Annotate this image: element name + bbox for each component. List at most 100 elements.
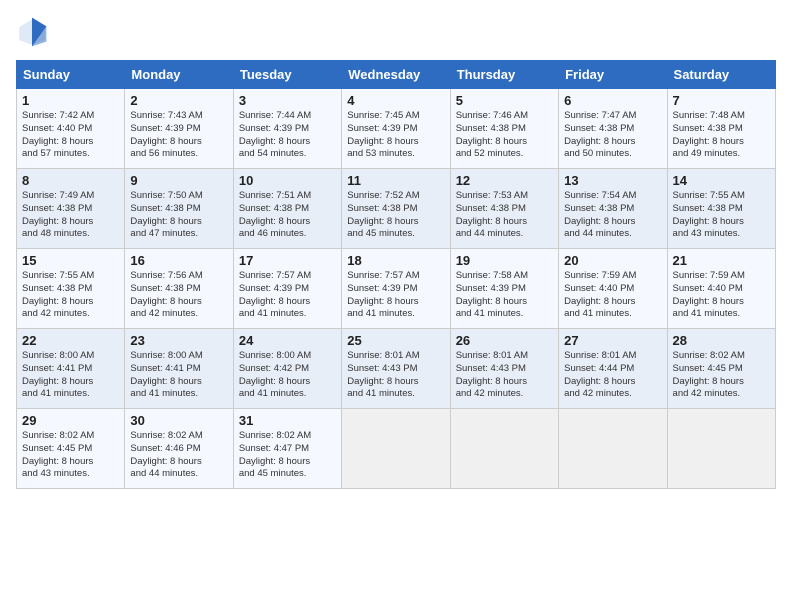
day-number: 13 [564, 173, 661, 188]
day-number: 9 [130, 173, 227, 188]
day-cell: 13 Sunrise: 7:54 AMSunset: 4:38 PMDayligh… [559, 169, 667, 249]
header-row: SundayMondayTuesdayWednesdayThursdayFrid… [17, 61, 776, 89]
day-number: 29 [22, 413, 119, 428]
day-cell: 1 Sunrise: 7:42 AMSunset: 4:40 PMDaylight… [17, 89, 125, 169]
day-cell [342, 409, 450, 489]
day-info: Sunrise: 8:02 AMSunset: 4:45 PMDaylight:… [673, 350, 770, 401]
day-cell: 17 Sunrise: 7:57 AMSunset: 4:39 PMDayligh… [233, 249, 341, 329]
day-cell: 22 Sunrise: 8:00 AMSunset: 4:41 PMDayligh… [17, 329, 125, 409]
day-number: 15 [22, 253, 119, 268]
day-info: Sunrise: 7:42 AMSunset: 4:40 PMDaylight:… [22, 110, 119, 161]
header-cell-friday: Friday [559, 61, 667, 89]
header-cell-sunday: Sunday [17, 61, 125, 89]
day-number: 25 [347, 333, 444, 348]
day-cell: 2Sunrise: 7:43 AMSunset: 4:39 PMDaylight… [125, 89, 233, 169]
day-number: 21 [673, 253, 770, 268]
day-cell: 12Sunrise: 7:53 AMSunset: 4:38 PMDayligh… [450, 169, 558, 249]
day-number: 16 [130, 253, 227, 268]
calendar-table: SundayMondayTuesdayWednesdayThursdayFrid… [16, 60, 776, 489]
day-cell: 19Sunrise: 7:58 AMSunset: 4:39 PMDayligh… [450, 249, 558, 329]
day-info: Sunrise: 8:02 AMSunset: 4:47 PMDaylight:… [239, 430, 336, 481]
day-cell: 7 Sunrise: 7:48 AMSunset: 4:38 PMDaylight… [667, 89, 775, 169]
header-cell-thursday: Thursday [450, 61, 558, 89]
day-cell: 26 Sunrise: 8:01 AMSunset: 4:43 PMDayligh… [450, 329, 558, 409]
day-cell: 28 Sunrise: 8:02 AMSunset: 4:45 PMDayligh… [667, 329, 775, 409]
day-number: 6 [564, 93, 661, 108]
day-info: Sunrise: 7:58 AMSunset: 4:39 PMDaylight:… [456, 270, 553, 321]
day-number: 24 [239, 333, 336, 348]
day-number: 27 [564, 333, 661, 348]
day-number: 4 [347, 93, 444, 108]
day-cell: 4 Sunrise: 7:45 AMSunset: 4:39 PMDaylight… [342, 89, 450, 169]
day-cell: 27 Sunrise: 8:01 AMSunset: 4:44 PMDayligh… [559, 329, 667, 409]
day-info: Sunrise: 8:01 AMSunset: 4:43 PMDaylight:… [347, 350, 444, 401]
week-row-2: 8Sunrise: 7:49 AMSunset: 4:38 PMDaylight… [17, 169, 776, 249]
day-info: Sunrise: 8:01 AMSunset: 4:44 PMDaylight:… [564, 350, 661, 401]
day-info: Sunrise: 7:47 AMSunset: 4:38 PMDaylight:… [564, 110, 661, 161]
day-info: Sunrise: 7:51 AMSunset: 4:38 PMDaylight:… [239, 190, 336, 241]
day-info: Sunrise: 8:01 AMSunset: 4:43 PMDaylight:… [456, 350, 553, 401]
day-info: Sunrise: 7:59 AMSunset: 4:40 PMDaylight:… [673, 270, 770, 321]
day-number: 17 [239, 253, 336, 268]
day-info: Sunrise: 7:49 AMSunset: 4:38 PMDaylight:… [22, 190, 119, 241]
week-row-3: 15Sunrise: 7:55 AMSunset: 4:38 PMDayligh… [17, 249, 776, 329]
day-cell: 25 Sunrise: 8:01 AMSunset: 4:43 PMDayligh… [342, 329, 450, 409]
day-cell: 24 Sunrise: 8:00 AMSunset: 4:42 PMDayligh… [233, 329, 341, 409]
day-info: Sunrise: 8:00 AMSunset: 4:41 PMDaylight:… [22, 350, 119, 401]
week-row-5: 29Sunrise: 8:02 AMSunset: 4:45 PMDayligh… [17, 409, 776, 489]
day-number: 30 [130, 413, 227, 428]
day-info: Sunrise: 7:59 AMSunset: 4:40 PMDaylight:… [564, 270, 661, 321]
day-cell: 23 Sunrise: 8:00 AMSunset: 4:41 PMDayligh… [125, 329, 233, 409]
day-number: 26 [456, 333, 553, 348]
day-cell: 16 Sunrise: 7:56 AMSunset: 4:38 PMDayligh… [125, 249, 233, 329]
day-info: Sunrise: 7:52 AMSunset: 4:38 PMDaylight:… [347, 190, 444, 241]
day-info: Sunrise: 7:57 AMSunset: 4:39 PMDaylight:… [239, 270, 336, 321]
day-number: 31 [239, 413, 336, 428]
day-number: 28 [673, 333, 770, 348]
day-number: 14 [673, 173, 770, 188]
week-row-1: 1 Sunrise: 7:42 AMSunset: 4:40 PMDaylight… [17, 89, 776, 169]
day-info: Sunrise: 7:46 AMSunset: 4:38 PMDaylight:… [456, 110, 553, 161]
day-number: 12 [456, 173, 553, 188]
day-cell: 9Sunrise: 7:50 AMSunset: 4:38 PMDaylight… [125, 169, 233, 249]
day-info: Sunrise: 7:43 AMSunset: 4:39 PMDaylight:… [130, 110, 227, 161]
day-info: Sunrise: 7:45 AMSunset: 4:39 PMDaylight:… [347, 110, 444, 161]
header-cell-saturday: Saturday [667, 61, 775, 89]
day-cell: 31 Sunrise: 8:02 AMSunset: 4:47 PMDayligh… [233, 409, 341, 489]
day-number: 20 [564, 253, 661, 268]
day-cell [450, 409, 558, 489]
logo [16, 16, 52, 48]
day-number: 22 [22, 333, 119, 348]
day-cell [667, 409, 775, 489]
day-cell: 6 Sunrise: 7:47 AMSunset: 4:38 PMDaylight… [559, 89, 667, 169]
day-number: 5 [456, 93, 553, 108]
day-cell: 30 Sunrise: 8:02 AMSunset: 4:46 PMDayligh… [125, 409, 233, 489]
day-number: 11 [347, 173, 444, 188]
day-number: 1 [22, 93, 119, 108]
day-info: Sunrise: 7:48 AMSunset: 4:38 PMDaylight:… [673, 110, 770, 161]
day-cell: 15Sunrise: 7:55 AMSunset: 4:38 PMDayligh… [17, 249, 125, 329]
day-cell: 29Sunrise: 8:02 AMSunset: 4:45 PMDayligh… [17, 409, 125, 489]
day-cell: 3 Sunrise: 7:44 AMSunset: 4:39 PMDaylight… [233, 89, 341, 169]
day-info: Sunrise: 7:54 AMSunset: 4:38 PMDaylight:… [564, 190, 661, 241]
day-cell: 18 Sunrise: 7:57 AMSunset: 4:39 PMDayligh… [342, 249, 450, 329]
day-info: Sunrise: 7:56 AMSunset: 4:38 PMDaylight:… [130, 270, 227, 321]
day-info: Sunrise: 8:00 AMSunset: 4:41 PMDaylight:… [130, 350, 227, 401]
day-number: 18 [347, 253, 444, 268]
day-cell: 10 Sunrise: 7:51 AMSunset: 4:38 PMDayligh… [233, 169, 341, 249]
day-number: 3 [239, 93, 336, 108]
day-info: Sunrise: 7:57 AMSunset: 4:39 PMDaylight:… [347, 270, 444, 321]
header-cell-monday: Monday [125, 61, 233, 89]
logo-icon [16, 16, 48, 48]
day-number: 10 [239, 173, 336, 188]
calendar-body: 1 Sunrise: 7:42 AMSunset: 4:40 PMDaylight… [17, 89, 776, 489]
day-number: 23 [130, 333, 227, 348]
day-number: 7 [673, 93, 770, 108]
day-cell: 8Sunrise: 7:49 AMSunset: 4:38 PMDaylight… [17, 169, 125, 249]
day-info: Sunrise: 7:44 AMSunset: 4:39 PMDaylight:… [239, 110, 336, 161]
day-info: Sunrise: 8:02 AMSunset: 4:46 PMDaylight:… [130, 430, 227, 481]
header [16, 16, 776, 48]
day-cell: 21 Sunrise: 7:59 AMSunset: 4:40 PMDayligh… [667, 249, 775, 329]
day-cell: 14Sunrise: 7:55 AMSunset: 4:38 PMDayligh… [667, 169, 775, 249]
day-info: Sunrise: 8:00 AMSunset: 4:42 PMDaylight:… [239, 350, 336, 401]
